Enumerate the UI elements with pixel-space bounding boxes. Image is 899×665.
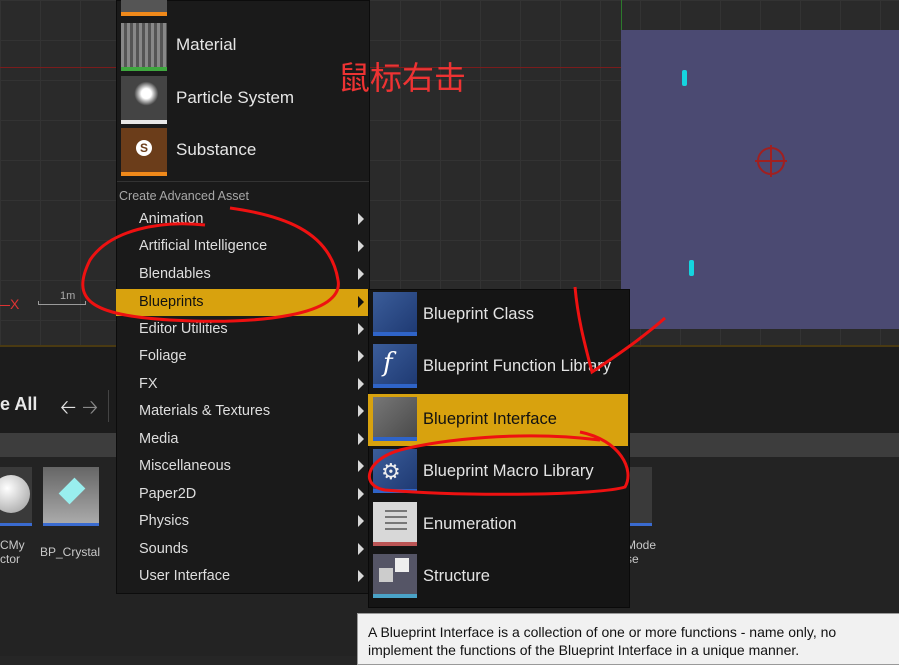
annotation-scribbles: [81, 206, 666, 496]
